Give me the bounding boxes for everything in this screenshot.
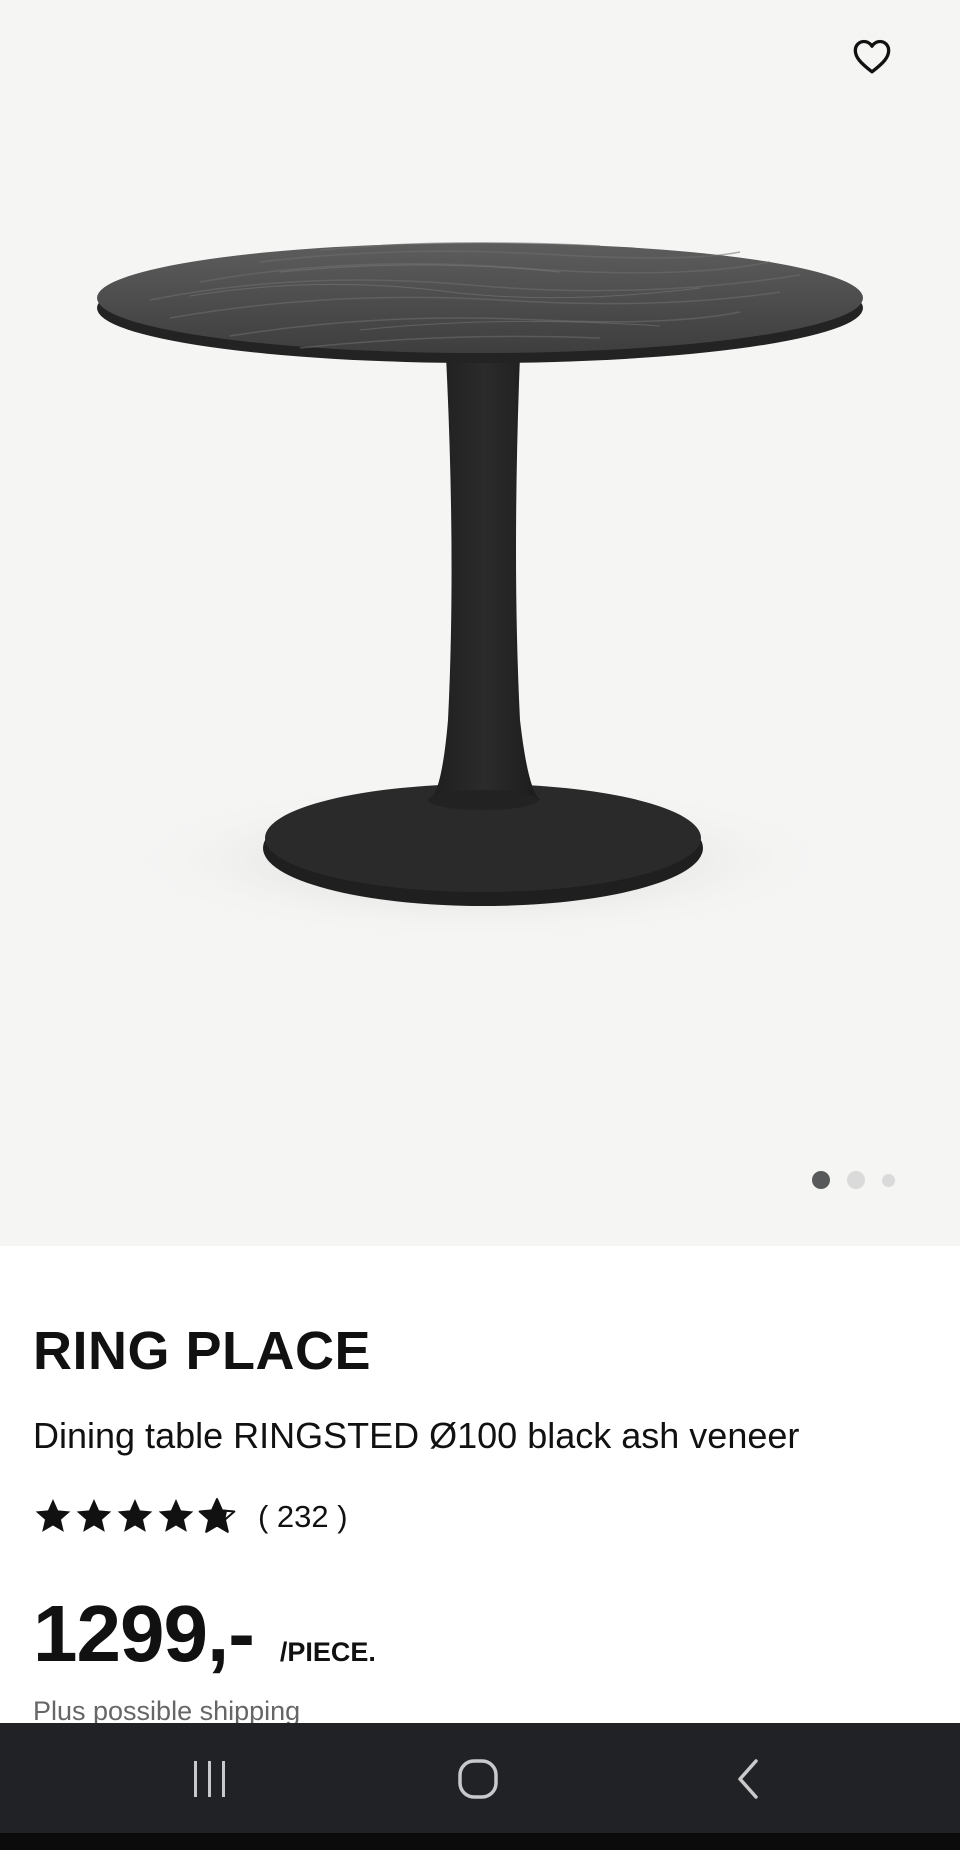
product-description: Dining table RINGSTED Ø100 black ash ven…: [33, 1415, 800, 1456]
price-row: 1299,- /PIECE.: [33, 1594, 376, 1674]
product-brand: RING PLACE: [33, 1321, 372, 1381]
recents-icon: [194, 1761, 225, 1797]
bottom-edge: [0, 1833, 960, 1850]
back-icon: [738, 1759, 758, 1799]
price-unit: /PIECE.: [279, 1637, 376, 1667]
product-rating[interactable]: ( 232 ): [33, 1496, 348, 1536]
home-icon: [458, 1759, 498, 1799]
recents-button[interactable]: [168, 1737, 252, 1821]
gallery-pagination: [812, 1169, 895, 1191]
pagination-dot-active[interactable]: [812, 1171, 830, 1189]
product-image: [97, 242, 863, 940]
star-icon: [158, 1499, 194, 1532]
product-page: RING PLACE Dining table RINGSTED Ø100 bl…: [0, 0, 960, 1850]
pagination-dot[interactable]: [847, 1171, 865, 1189]
product-image-gallery[interactable]: [0, 0, 960, 1246]
star-icon: [76, 1499, 112, 1532]
favorite-button[interactable]: [846, 30, 898, 82]
review-count: ( 232 ): [258, 1498, 348, 1534]
heart-outline-icon: [853, 39, 891, 74]
star-icon: [117, 1499, 153, 1532]
product-price: 1299,-: [33, 1589, 255, 1678]
star-icon: [35, 1499, 71, 1532]
shipping-note: Plus possible shipping: [33, 1696, 301, 1726]
star-half-icon: [198, 1498, 236, 1533]
product-info: RING PLACE Dining table RINGSTED Ø100 bl…: [0, 1246, 960, 1726]
rating-stars: [33, 1496, 238, 1536]
system-navigation-bar: [0, 1723, 960, 1833]
back-button[interactable]: [706, 1737, 790, 1821]
pagination-dot[interactable]: [882, 1173, 895, 1187]
home-button[interactable]: [436, 1737, 520, 1821]
